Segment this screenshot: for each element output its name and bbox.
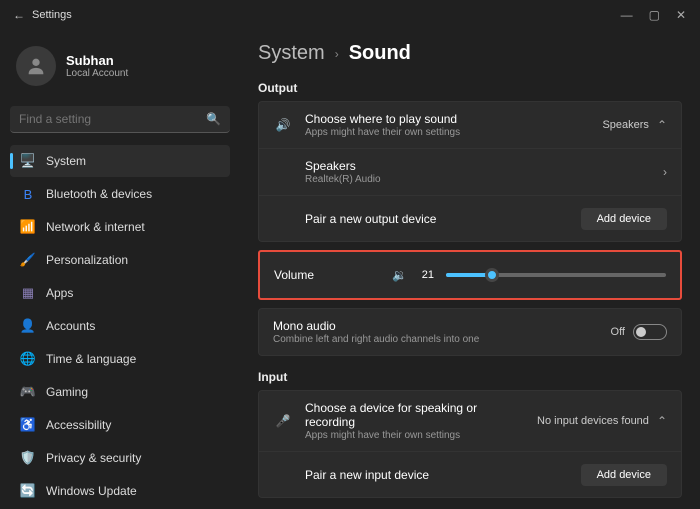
pair-input-row: Pair a new input device Add device [259, 451, 681, 497]
sidebar-item-privacy-security[interactable]: 🛡️ Privacy & security [10, 442, 230, 474]
nav-icon: 🌐 [20, 351, 36, 367]
mono-audio-toggle[interactable] [633, 324, 667, 340]
search-box[interactable]: 🔍 [10, 106, 230, 133]
nav-icon: 📶 [20, 219, 36, 235]
chevron-right-icon: › [663, 165, 667, 179]
input-heading: Input [258, 370, 682, 384]
mono-audio-card: Mono audio Combine left and right audio … [258, 308, 682, 356]
nav-label: Accounts [46, 319, 95, 333]
volume-slider[interactable] [446, 273, 666, 277]
nav-label: Bluetooth & devices [46, 187, 152, 201]
back-button[interactable]: ← [6, 8, 32, 22]
titlebar: ← Settings — ▢ ✕ [0, 0, 700, 30]
output-heading: Output [258, 81, 682, 95]
volume-icon[interactable]: 🔉 [390, 268, 410, 282]
choose-input-row[interactable]: 🎤 Choose a device for speaking or record… [259, 391, 681, 451]
sidebar-item-personalization[interactable]: 🖌️ Personalization [10, 244, 230, 276]
nav-icon: 🔄 [20, 483, 36, 499]
user-type: Local Account [66, 68, 128, 79]
close-button[interactable]: ✕ [676, 8, 686, 22]
nav-label: Network & internet [46, 220, 145, 234]
nav-label: Privacy & security [46, 451, 141, 465]
pair-output-row: Pair a new output device Add device [259, 195, 681, 241]
mono-audio-row[interactable]: Mono audio Combine left and right audio … [259, 309, 681, 355]
nav-icon: 🖥️ [20, 153, 36, 169]
speaker-icon: 🔊 [273, 118, 293, 132]
nav-label: Personalization [46, 253, 128, 267]
avatar [16, 46, 56, 86]
sidebar-item-apps[interactable]: ▦ Apps [10, 277, 230, 309]
minimize-button[interactable]: — [621, 8, 633, 22]
sidebar: Subhan Local Account 🔍 🖥️ System B Bluetoot… [0, 30, 240, 509]
user-name: Subhan [66, 53, 128, 68]
nav-icon: 🎮 [20, 384, 36, 400]
maximize-button[interactable]: ▢ [649, 8, 660, 22]
add-output-device-button[interactable]: Add device [581, 208, 667, 230]
window-title: Settings [32, 9, 72, 21]
main: System › Sound Output 🔊 Choose where to … [240, 30, 700, 509]
breadcrumb-parent[interactable]: System [258, 42, 325, 65]
sidebar-item-windows-update[interactable]: 🔄 Windows Update [10, 475, 230, 507]
nav-label: Windows Update [46, 484, 137, 498]
input-device-card: 🎤 Choose a device for speaking or record… [258, 390, 682, 498]
nav-label: Time & language [46, 352, 136, 366]
nav-icon: 👤 [20, 318, 36, 334]
add-input-device-button[interactable]: Add device [581, 464, 667, 486]
sidebar-item-network-internet[interactable]: 📶 Network & internet [10, 211, 230, 243]
nav-icon: ♿ [20, 417, 36, 433]
breadcrumb-current: Sound [349, 42, 411, 65]
sidebar-item-accessibility[interactable]: ♿ Accessibility [10, 409, 230, 441]
nav-icon: B [20, 186, 36, 202]
volume-value: 21 [422, 269, 434, 281]
volume-row: Volume 🔉 21 [260, 252, 680, 298]
sidebar-item-gaming[interactable]: 🎮 Gaming [10, 376, 230, 408]
volume-card: Volume 🔉 21 [258, 250, 682, 300]
nav: 🖥️ System B Bluetooth & devices 📶 Network & i… [10, 145, 230, 507]
microphone-icon: 🎤 [273, 414, 293, 428]
nav-label: Apps [46, 286, 73, 300]
nav-icon: ▦ [20, 285, 36, 301]
chevron-up-icon: ⌃ [657, 118, 667, 132]
nav-label: Accessibility [46, 418, 111, 432]
sidebar-item-system[interactable]: 🖥️ System [10, 145, 230, 177]
nav-icon: 🖌️ [20, 252, 36, 268]
sidebar-item-accounts[interactable]: 👤 Accounts [10, 310, 230, 342]
profile[interactable]: Subhan Local Account [10, 38, 230, 100]
sidebar-item-time-language[interactable]: 🌐 Time & language [10, 343, 230, 375]
search-icon: 🔍 [206, 112, 221, 126]
choose-output-row[interactable]: 🔊 Choose where to play sound Apps might … [259, 102, 681, 148]
speakers-row[interactable]: Speakers Realtek(R) Audio › [259, 148, 681, 195]
chevron-up-icon: ⌃ [657, 414, 667, 428]
output-device-card: 🔊 Choose where to play sound Apps might … [258, 101, 682, 242]
search-input[interactable] [19, 112, 206, 126]
sidebar-item-bluetooth-devices[interactable]: B Bluetooth & devices [10, 178, 230, 210]
breadcrumb: System › Sound [258, 42, 682, 65]
nav-label: Gaming [46, 385, 88, 399]
chevron-right-icon: › [335, 47, 339, 61]
nav-label: System [46, 154, 86, 168]
nav-icon: 🛡️ [20, 450, 36, 466]
